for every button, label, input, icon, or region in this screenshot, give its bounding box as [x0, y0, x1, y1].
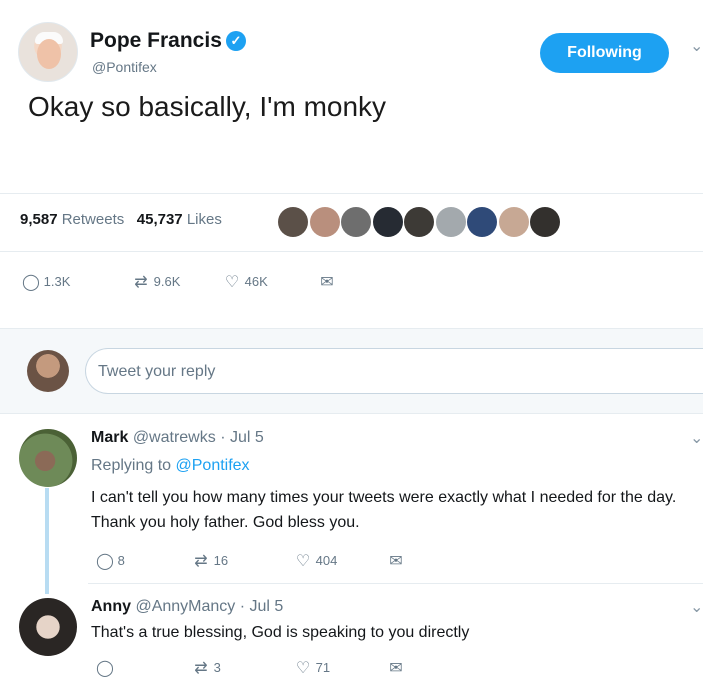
chevron-down-icon[interactable]: ⌄ [690, 428, 703, 448]
heart-icon: ♡ [295, 660, 311, 677]
reply-icon: ◯ [22, 274, 40, 291]
retweet-action[interactable]: ⇄ 3 [192, 658, 221, 678]
envelope-icon: ✉ [320, 274, 334, 291]
tweet-stats: 9,587 Retweets 45,737 Likes [20, 211, 222, 228]
like-count: 404 [315, 553, 338, 568]
author-avatar[interactable] [18, 22, 78, 82]
divider [0, 251, 703, 252]
reply-author-name[interactable]: Mark [91, 429, 128, 446]
reply-action[interactable]: ◯ 1.3K [22, 272, 70, 292]
replying-to-handle[interactable]: @Pontifex [176, 457, 250, 474]
reply-author-handle[interactable]: @watrewks [133, 429, 216, 446]
reply-date[interactable]: · Jul 5 [240, 598, 284, 615]
like-action[interactable]: ♡ 71 [294, 658, 330, 678]
like-action[interactable]: ♡ 46K [223, 272, 268, 292]
liker-avatar[interactable] [467, 207, 497, 237]
likes-label[interactable]: Likes [187, 211, 222, 228]
retweet-count: 9.6K [153, 274, 181, 289]
retweet-action[interactable]: ⇄ 9.6K [132, 272, 180, 292]
thread-line [45, 488, 49, 594]
tweet-text: Okay so basically, I'm monky [28, 91, 387, 122]
author-name-text[interactable]: Pope Francis [90, 29, 222, 52]
reply-header: Mark @watrewks · Jul 5 [91, 429, 264, 447]
envelope-icon: ✉ [389, 553, 403, 570]
direct-message-action[interactable]: ✉ [387, 658, 405, 678]
liker-avatar[interactable] [278, 207, 308, 237]
direct-message-action[interactable]: ✉ [387, 551, 405, 571]
reply-action[interactable]: ◯ [96, 658, 114, 678]
liker-avatar[interactable] [341, 207, 371, 237]
like-count: 71 [315, 660, 331, 675]
retweets-label[interactable]: Retweets [62, 211, 125, 228]
chevron-down-icon[interactable]: ⌄ [690, 36, 703, 56]
likes-count[interactable]: 45,737 [137, 211, 183, 228]
heart-icon: ♡ [295, 553, 311, 570]
author-handle[interactable]: @Pontifex [92, 59, 157, 75]
reply-icon: ◯ [96, 660, 114, 677]
reply-avatar[interactable] [19, 598, 77, 656]
verified-badge-icon: ✓ [225, 31, 246, 51]
reply-text: I can't tell you how many times your twe… [91, 489, 677, 531]
reply-header: Anny @AnnyMancy · Jul 5 [91, 598, 283, 616]
reply-avatar[interactable] [19, 429, 77, 487]
liker-avatar[interactable] [530, 207, 560, 237]
retweet-action[interactable]: ⇄ 16 [192, 551, 228, 571]
reply-author-name[interactable]: Anny [91, 598, 131, 615]
retweets-count[interactable]: 9,587 [20, 211, 58, 228]
like-count: 46K [244, 274, 268, 289]
reply-count: 8 [117, 553, 125, 568]
likers-avatar-strip [278, 207, 562, 239]
retweet-icon: ⇄ [194, 660, 208, 677]
retweet-count: 3 [213, 660, 221, 675]
following-button[interactable]: Following [540, 33, 669, 73]
reply-author-handle[interactable]: @AnnyMancy [135, 598, 235, 615]
liker-avatar[interactable] [404, 207, 434, 237]
replying-to-prefix: Replying to [91, 457, 172, 474]
envelope-icon: ✉ [389, 660, 403, 677]
liker-avatar[interactable] [372, 207, 403, 237]
face-shape [37, 39, 61, 69]
liker-avatar[interactable] [309, 207, 340, 237]
reply-date[interactable]: · Jul 5 [220, 429, 264, 446]
reply-icon: ◯ [96, 553, 114, 570]
replying-to-line: Replying to @Pontifex [91, 457, 250, 475]
like-action[interactable]: ♡ 404 [294, 551, 338, 571]
liker-avatar[interactable] [498, 207, 529, 237]
reply-count: 1.3K [43, 274, 71, 289]
reply-input[interactable]: Tweet your reply [85, 348, 703, 394]
retweet-icon: ⇄ [194, 553, 208, 570]
author-name[interactable]: Pope Francis ✓ [90, 29, 246, 53]
liker-avatar[interactable] [435, 207, 466, 237]
chevron-down-icon[interactable]: ⌄ [690, 597, 703, 617]
reply-text: That's a true blessing, God is speaking … [91, 624, 470, 641]
current-user-avatar[interactable] [27, 350, 69, 392]
divider [88, 583, 703, 584]
direct-message-action[interactable]: ✉ [318, 272, 336, 292]
divider [0, 193, 703, 194]
retweet-icon: ⇄ [134, 274, 148, 291]
reply-action[interactable]: ◯ 8 [96, 551, 125, 571]
heart-icon: ♡ [224, 274, 240, 291]
retweet-count: 16 [213, 553, 229, 568]
